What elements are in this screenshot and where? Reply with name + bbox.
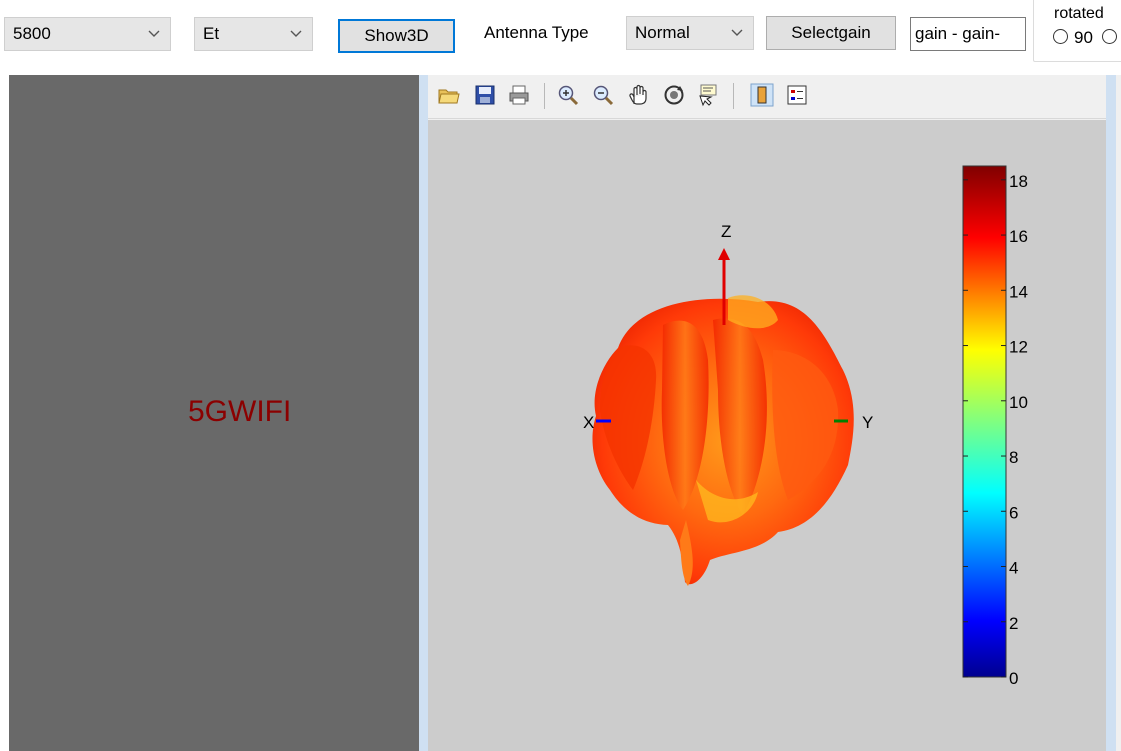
y-axis-label: Y bbox=[862, 413, 873, 432]
colorbar-tick-label: 4 bbox=[1009, 559, 1018, 578]
toolbar-separator bbox=[733, 83, 734, 109]
colorbar-icon[interactable] bbox=[750, 83, 774, 107]
toolbar-separator bbox=[544, 83, 545, 109]
colorbar-tick-label: 14 bbox=[1009, 282, 1028, 301]
radiation-pattern-surface bbox=[592, 295, 854, 586]
legend-icon[interactable] bbox=[785, 83, 809, 107]
open-file-icon[interactable] bbox=[437, 83, 461, 107]
colorbar-tick-label: 18 bbox=[1009, 172, 1028, 191]
chevron-down-icon bbox=[731, 29, 743, 36]
field-select-value: Et bbox=[203, 24, 220, 43]
plot-canvas: Z X Y 0 2 4 6 8 10 12 14 16 18 bbox=[583, 165, 1028, 688]
colorbar-tick-label: 10 bbox=[1009, 393, 1028, 412]
zoom-out-icon[interactable] bbox=[591, 83, 615, 107]
z-axis-label: Z bbox=[721, 222, 731, 241]
chevron-down-icon bbox=[290, 30, 302, 37]
colorbar-tick-label: 6 bbox=[1009, 503, 1018, 522]
frequency-select-value: 5800 bbox=[13, 24, 51, 43]
frequency-select[interactable]: 5800 bbox=[4, 17, 171, 51]
figure-border-left bbox=[419, 75, 428, 751]
antenna-type-label: Antenna Type bbox=[484, 23, 589, 42]
pan-hand-icon[interactable] bbox=[627, 83, 651, 107]
selectgain-button[interactable]: Selectgain bbox=[766, 16, 896, 50]
print-icon[interactable] bbox=[507, 83, 531, 107]
save-icon[interactable] bbox=[473, 83, 497, 107]
chevron-down-icon bbox=[148, 30, 160, 37]
rotate-90-radio[interactable] bbox=[1053, 29, 1068, 44]
colorbar-tick-label: 0 bbox=[1009, 669, 1018, 688]
antenna-type-select[interactable]: Normal bbox=[626, 16, 754, 50]
rotate-90-label: 90 bbox=[1074, 28, 1093, 47]
colorbar-tick-label: 16 bbox=[1009, 227, 1028, 246]
x-axis-label: X bbox=[583, 413, 594, 432]
rotated-group-title: rotated bbox=[1052, 5, 1106, 23]
colorbar-tick-label: 12 bbox=[1009, 338, 1028, 357]
rotate-other-radio[interactable] bbox=[1102, 29, 1117, 44]
colorbar-tick-label: 8 bbox=[1009, 448, 1018, 467]
figure-toolbar bbox=[428, 75, 1106, 119]
rotate-3d-icon[interactable] bbox=[662, 83, 686, 107]
plot-axes[interactable]: Z X Y 0 2 4 6 8 10 12 14 16 18 bbox=[428, 120, 1106, 751]
antenna-type-select-value: Normal bbox=[635, 23, 690, 42]
colorbar-tick-label: 2 bbox=[1009, 614, 1018, 633]
colorbar[interactable] bbox=[962, 165, 1007, 678]
rotated-groupbox: rotated 90 bbox=[1033, 0, 1121, 62]
figure-border-right bbox=[1106, 75, 1116, 751]
gain-input[interactable]: gain - gain- bbox=[910, 17, 1026, 51]
data-cursor-icon[interactable] bbox=[696, 83, 720, 107]
zoom-in-icon[interactable] bbox=[556, 83, 580, 107]
field-select[interactable]: Et bbox=[194, 17, 313, 51]
control-bar: 5800 Et Show3D Antenna Type Normal Selec… bbox=[0, 0, 1121, 70]
show3d-button[interactable]: Show3D bbox=[338, 19, 455, 53]
band-label: 5GWIFI bbox=[188, 395, 292, 428]
